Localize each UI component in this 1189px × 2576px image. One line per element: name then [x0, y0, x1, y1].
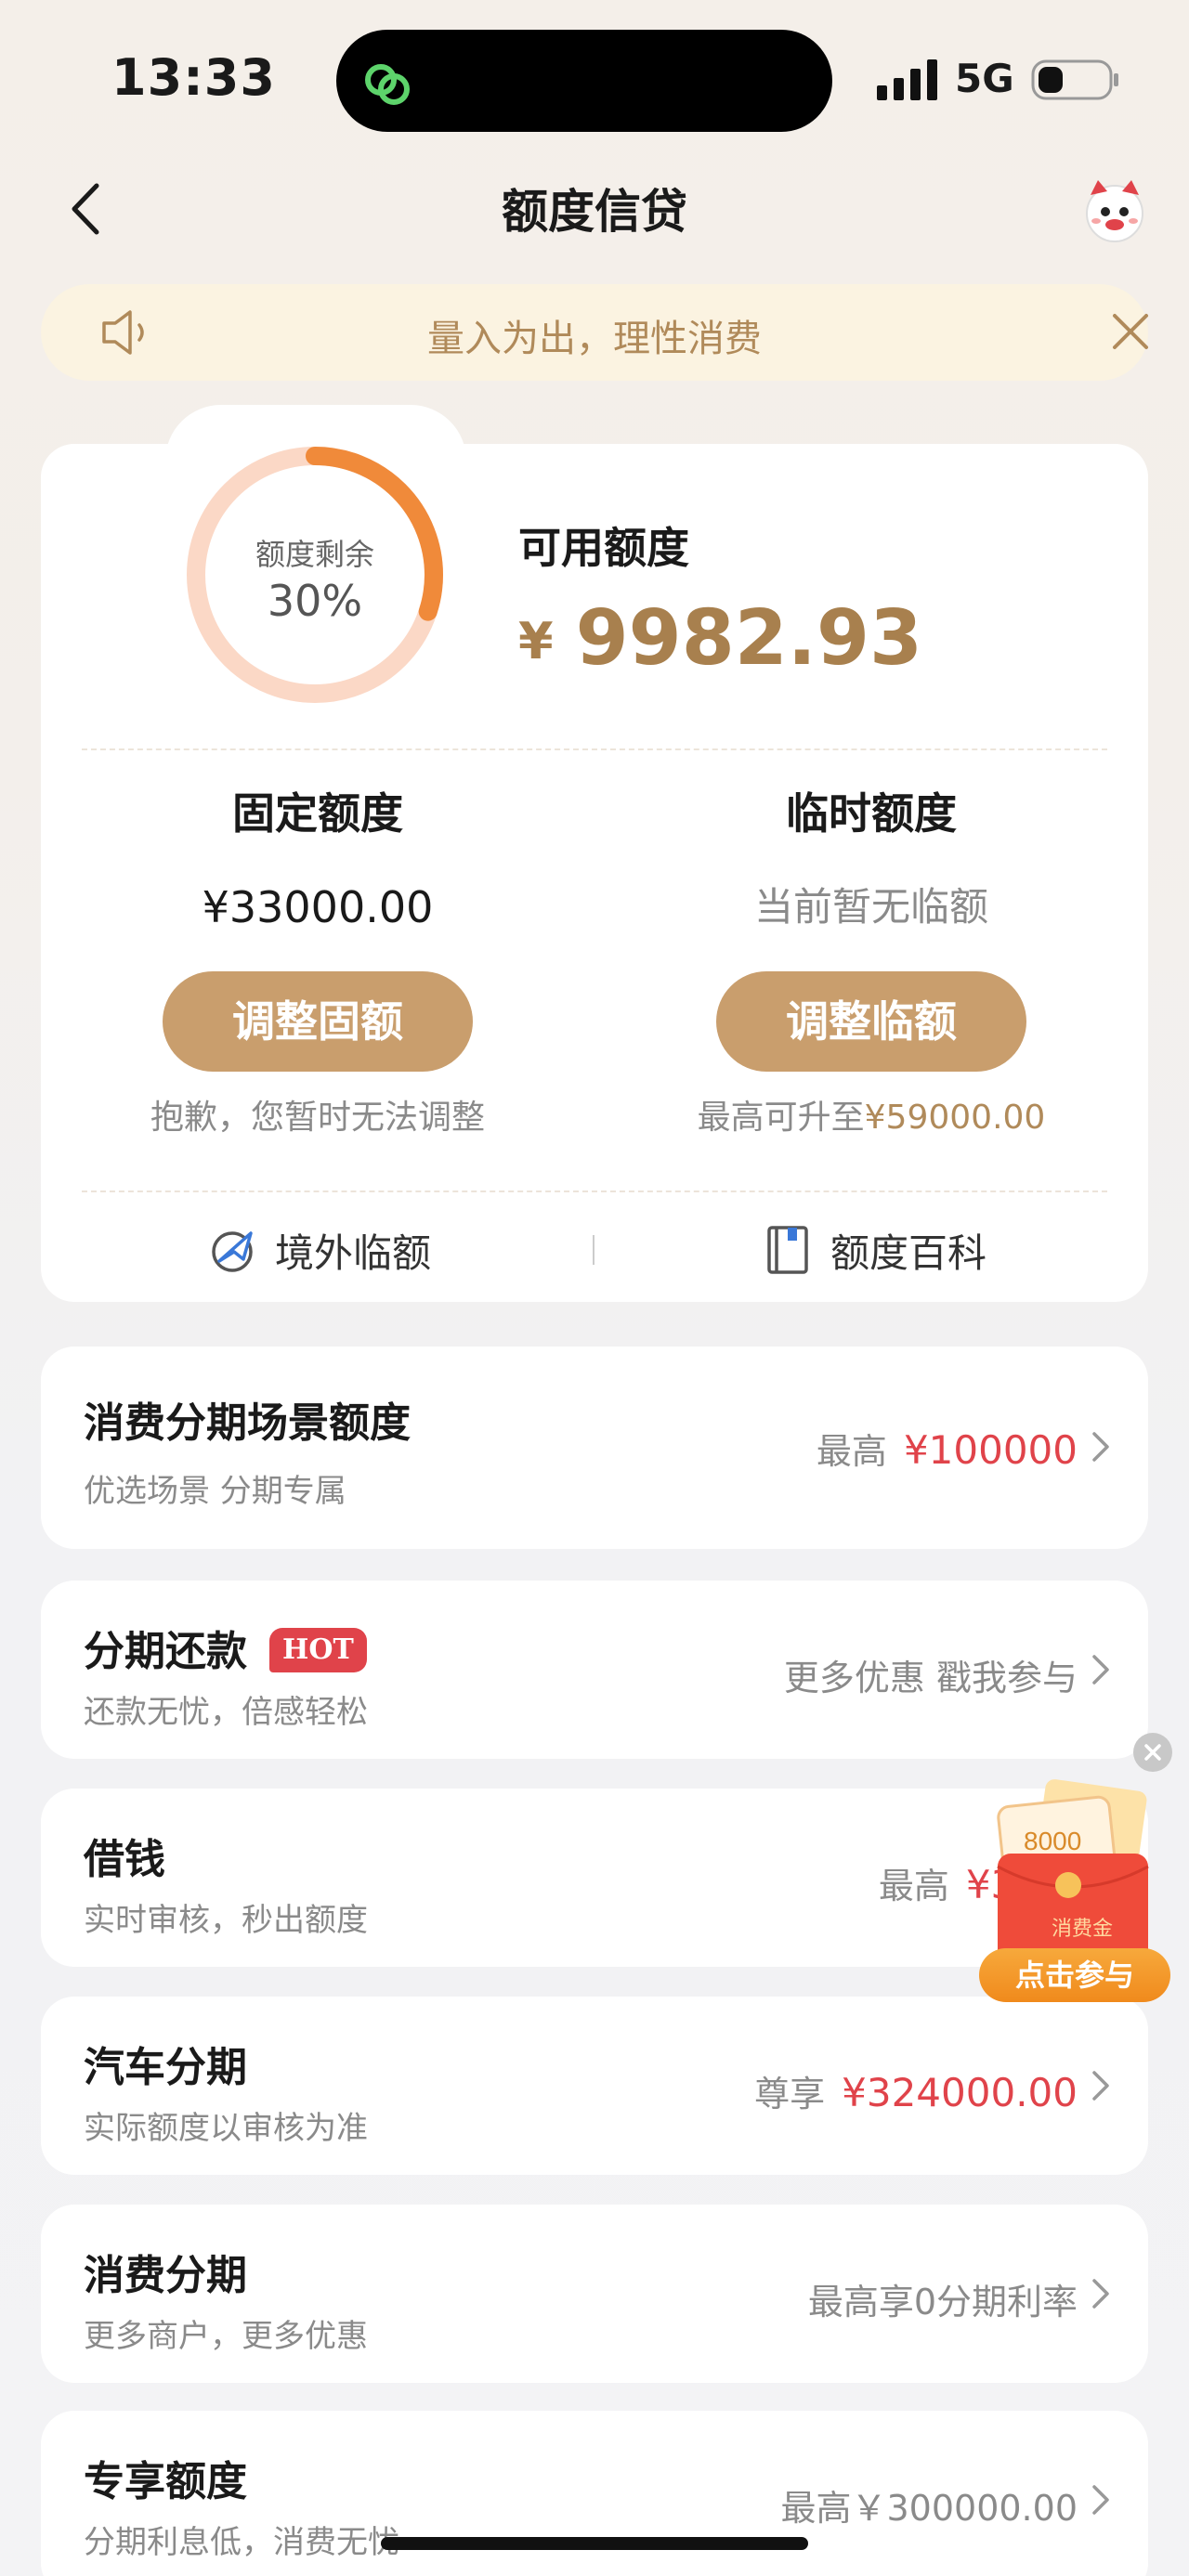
divider [82, 748, 1107, 750]
signal-icon [877, 59, 937, 100]
notice-banner: 量入为出，理性消费 [41, 284, 1148, 381]
list-item-right: 最高 ¥100000 [817, 1423, 1078, 1474]
plane-globe-icon [212, 1231, 253, 1272]
right-prefix: 最高 [878, 1866, 949, 1906]
list-item-consumer-scene[interactable]: 消费分期场景额度 优选场景 分期专属 最高 ¥100000 [41, 1347, 1148, 1549]
wechat-link-icon [365, 64, 410, 105]
list-item-title: 消费分期场景额度 [84, 1399, 411, 1447]
hot-badge: HOT [269, 1628, 367, 1672]
close-icon[interactable] [1109, 310, 1152, 353]
right-prefix: 最高 [816, 1431, 887, 1472]
list-item-title: 消费分期 [84, 2252, 247, 2299]
available-label: 可用额度 [518, 523, 689, 573]
link-separator [593, 1235, 594, 1265]
list-item-exclusive-credit[interactable]: 专享额度 分期利息低，消费无忧 最高￥300000.00 [41, 2411, 1148, 2576]
divider [82, 1190, 1107, 1192]
chevron-right-icon [1092, 1655, 1109, 1685]
list-item-installment-repay[interactable]: 分期还款 HOT 还款无忧，倍感轻松 更多优惠 戳我参与 [41, 1581, 1148, 1759]
available-amount: ¥9982.93 [518, 594, 922, 683]
wiki-link-label: 额度百科 [830, 1229, 987, 1276]
ring-label: 额度剩余 [255, 537, 374, 572]
fixed-credit-column: 固定额度 ¥33000.00 调整固额 抱歉，您暂时无法调整 [58, 780, 578, 1144]
temp-credit-amount: 当前暂无临额 [753, 884, 988, 930]
list-item-subtitle: 还款无忧，倍感轻松 [84, 1694, 368, 1731]
notice-text: 量入为出，理性消费 [427, 318, 762, 360]
overseas-link-label: 境外临额 [275, 1229, 432, 1276]
page-title: 额度信贷 [502, 185, 687, 239]
temp-note-prefix: 最高可升至 [697, 1099, 865, 1137]
battery-icon [1031, 59, 1118, 100]
overseas-temp-credit-link[interactable]: 境外临额 [206, 1216, 431, 1283]
right-prefix: 尊享 [754, 2074, 826, 2114]
credit-page: 13:33 5G 额度信贷 量入为出，理性消费 额度剩余 30% 可用额度 ¥ … [0, 0, 1189, 2576]
list-item-subtitle: 分期利息低，消费无忧 [84, 2524, 399, 2561]
join-now-button[interactable]: 点击参与 [979, 1948, 1170, 2002]
list-item-title-text: 分期还款 [84, 1628, 247, 1675]
temp-credit-note: 最高可升至¥59000.00 [611, 1092, 1131, 1144]
temp-credit-title: 临时额度 [786, 788, 957, 839]
adjust-fixed-button[interactable]: 调整固额 [163, 971, 473, 1072]
right-value: ¥324000.00 [842, 2070, 1078, 2115]
currency-symbol: ¥ [518, 612, 554, 670]
list-item-title: 专享额度 [84, 2458, 247, 2505]
list-item-subtitle: 实际额度以审核为准 [84, 2110, 368, 2147]
credit-remaining-ring [187, 447, 443, 703]
fixed-credit-note: 抱歉，您暂时无法调整 [150, 1099, 485, 1137]
list-item-title: 汽车分期 [84, 2044, 247, 2091]
adjust-temp-button[interactable]: 调整临额 [716, 971, 1026, 1072]
status-time: 13:33 [111, 48, 276, 107]
promo-tag: 消费金 [1052, 1917, 1113, 1940]
list-item-title: 分期还款 HOT [84, 1618, 367, 1677]
list-item-subtitle: 更多商户，更多优惠 [84, 2318, 368, 2355]
ring-percent: 30% [267, 576, 363, 626]
list-item-right: 最高享0分期利率 [807, 2282, 1078, 2322]
right-value: ¥100000 [903, 1427, 1078, 1473]
chevron-right-icon [1092, 2071, 1109, 2101]
assistant-mascot-icon[interactable] [1079, 175, 1150, 245]
fixed-credit-title: 固定额度 [232, 788, 403, 839]
list-item-consumer-installment[interactable]: 消费分期 更多商户，更多优惠 最高享0分期利率 [41, 2205, 1148, 2383]
list-item-right: 尊享 ¥324000.00 [754, 2065, 1078, 2116]
status-bar: 13:33 5G [0, 0, 1189, 139]
list-item-subtitle: 优选场景 分期专属 [84, 1473, 346, 1510]
list-item-car-installment[interactable]: 汽车分期 实际额度以审核为准 尊享 ¥324000.00 [41, 1997, 1148, 2175]
chevron-right-icon [1092, 2485, 1109, 2515]
close-icon [1144, 1744, 1161, 1761]
credit-wiki-link[interactable]: 额度百科 [762, 1216, 986, 1283]
nav-bar: 额度信贷 [0, 149, 1189, 269]
fixed-credit-amount: ¥33000.00 [202, 882, 434, 932]
promo-amount: 8000 [1024, 1827, 1081, 1855]
list-item-title: 借钱 [84, 1836, 165, 1883]
temp-credit-column: 临时额度 当前暂无临额 调整临额 最高可升至¥59000.00 [611, 780, 1131, 1144]
network-label: 5G [955, 56, 1014, 101]
list-item-right: 更多优惠 戳我参与 [783, 1658, 1078, 1698]
list-item-right: 最高￥300000.00 [780, 2488, 1078, 2529]
list-item-subtitle: 实时审核，秒出额度 [84, 1902, 368, 1939]
promo-close-button[interactable] [1133, 1733, 1172, 1772]
available-value: 9982.93 [575, 594, 923, 683]
chevron-right-icon [1092, 2279, 1109, 2309]
chevron-right-icon [1092, 1432, 1109, 1462]
temp-note-value: ¥59000.00 [864, 1099, 1046, 1137]
book-icon [767, 1226, 808, 1274]
home-indicator [381, 2537, 808, 2550]
